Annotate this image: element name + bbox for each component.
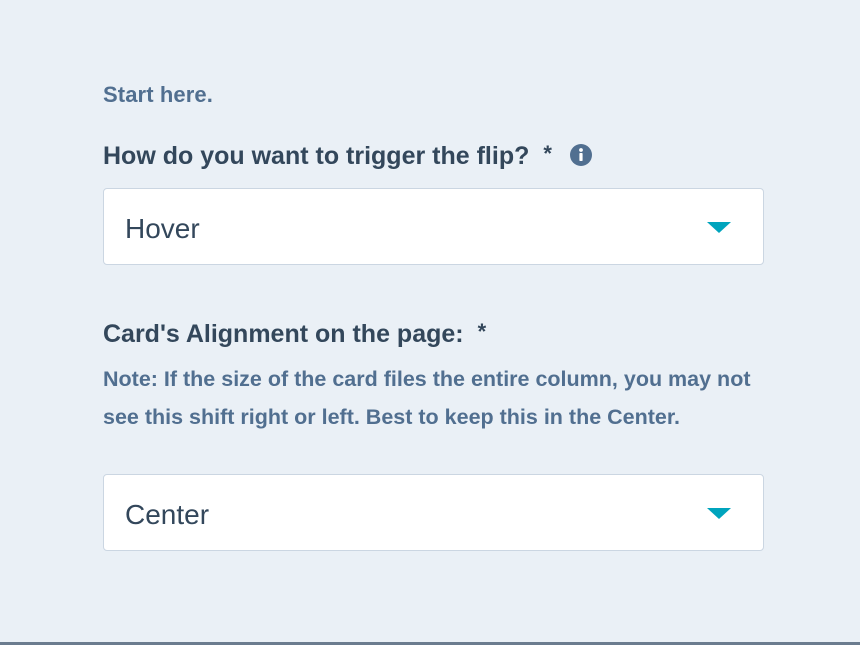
- form-panel: Start here. How do you want to trigger t…: [0, 0, 860, 642]
- alignment-help-text: Note: If the size of the card files the …: [103, 367, 751, 429]
- alignment-select-value: Center: [125, 499, 210, 530]
- caret-down-icon: [707, 508, 731, 519]
- required-asterisk: *: [477, 319, 487, 344]
- required-asterisk: *: [543, 141, 552, 166]
- trigger-select-value: Hover: [125, 213, 200, 244]
- trigger-field-label: How do you want to trigger the flip? *: [103, 141, 592, 171]
- trigger-select[interactable]: Hover: [103, 188, 764, 265]
- caret-down-icon: [707, 222, 731, 233]
- intro-text: Start here.: [103, 82, 213, 107]
- trigger-label-text: How do you want to trigger the flip?: [103, 142, 530, 170]
- alignment-select[interactable]: Center: [103, 474, 764, 551]
- info-icon[interactable]: [569, 144, 592, 166]
- alignment-label-text: Card's Alignment on the page:: [103, 320, 464, 348]
- alignment-field-label: Card's Alignment on the page: *: [103, 319, 487, 349]
